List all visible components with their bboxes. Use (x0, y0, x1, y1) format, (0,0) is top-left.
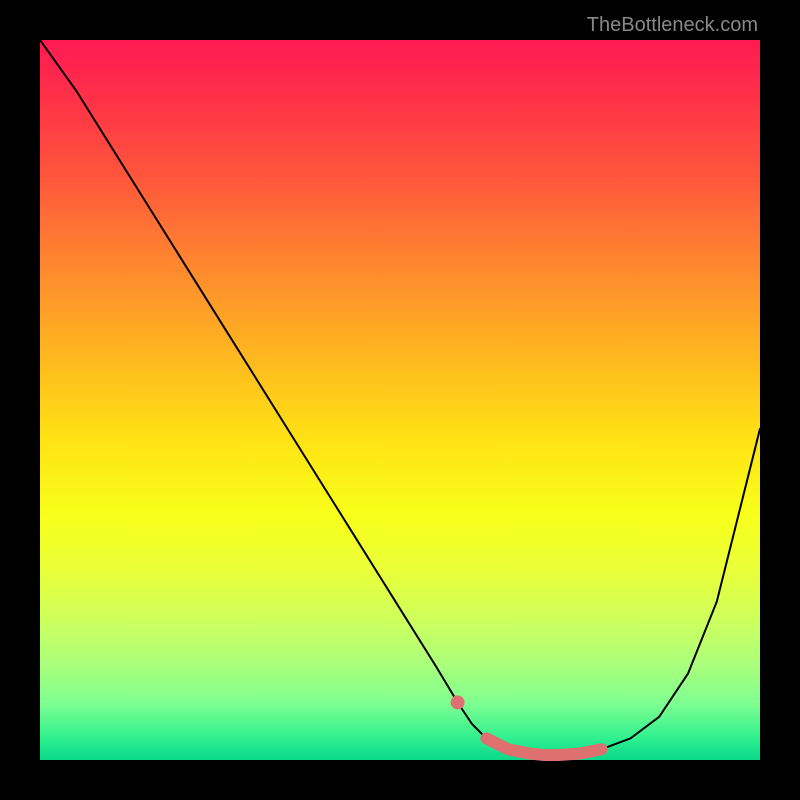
attribution-text: TheBottleneck.com (587, 14, 758, 37)
plot-area (40, 40, 760, 760)
bottleneck-highlight-dot (451, 695, 465, 709)
curve-svg (40, 40, 760, 760)
bottleneck-highlight (486, 738, 601, 755)
chart-container: TheBottleneck.com (0, 0, 800, 800)
bottleneck-curve (40, 40, 760, 755)
